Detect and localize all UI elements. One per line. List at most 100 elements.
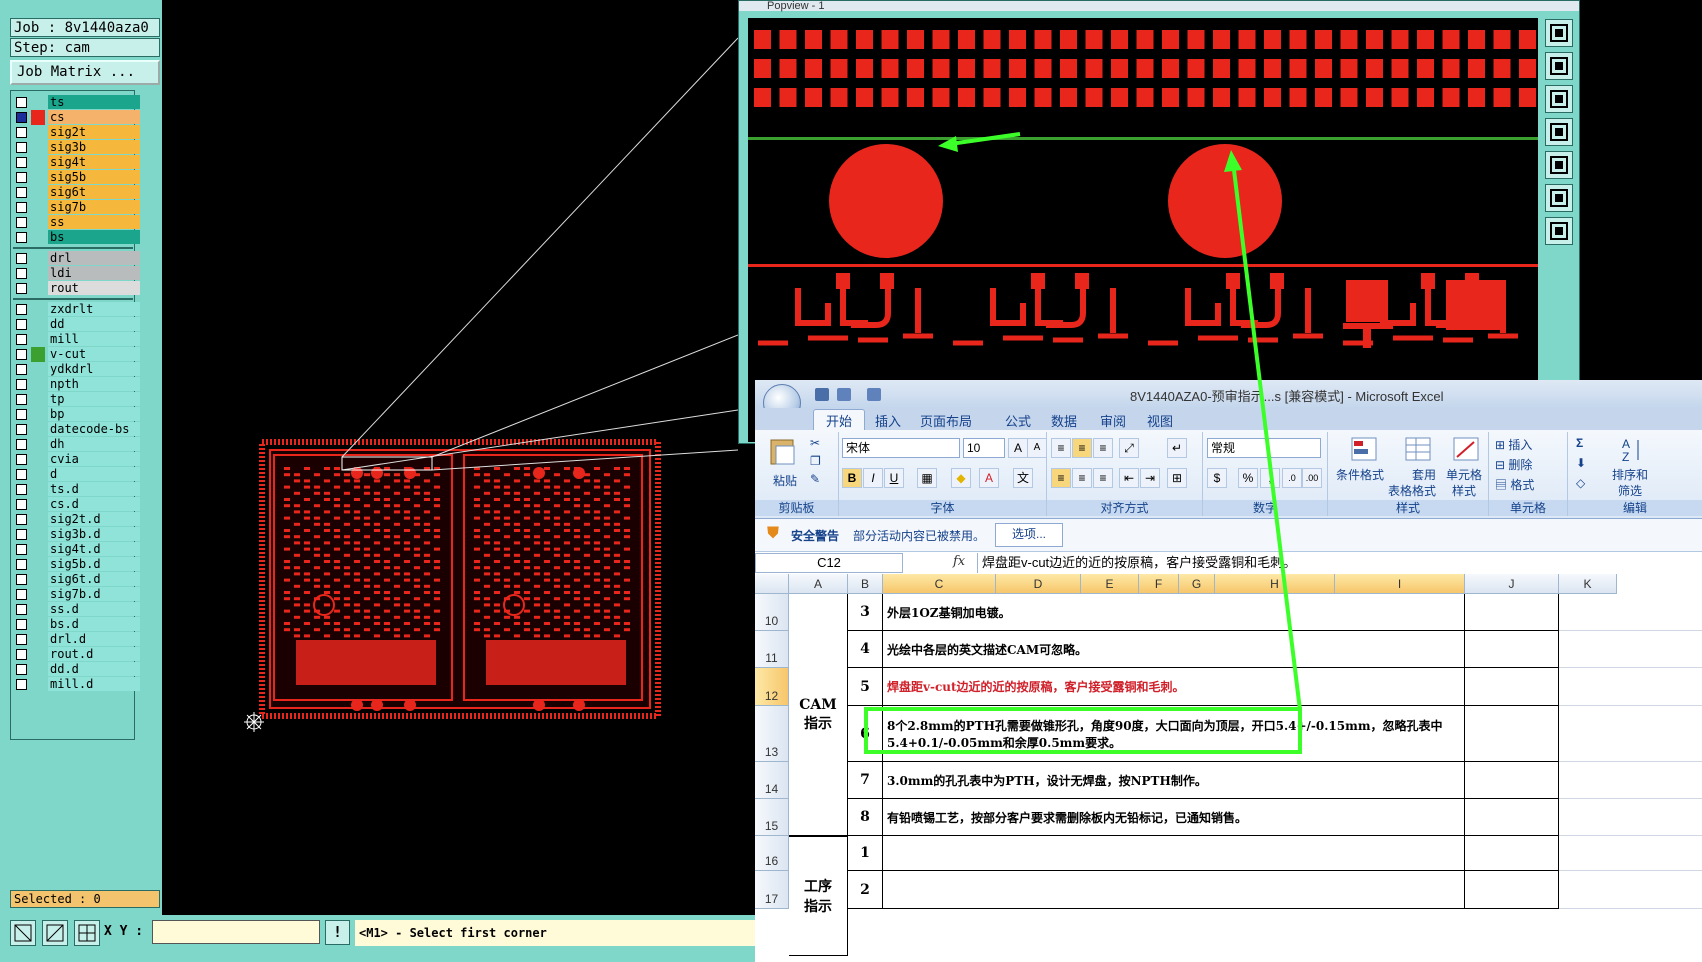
row-header-16[interactable]: 16: [755, 836, 789, 871]
layer-name[interactable]: bs.d: [48, 617, 140, 631]
layer-checkbox[interactable]: [16, 202, 27, 213]
shrink-font-button[interactable]: A: [1027, 438, 1047, 458]
paste-icon[interactable]: [769, 436, 797, 466]
layer-name[interactable]: sig7b.d: [48, 587, 140, 601]
sort-filter-icon[interactable]: AZ: [1620, 436, 1644, 464]
layer-name[interactable]: dh: [48, 437, 140, 451]
layer-checkbox[interactable]: [16, 253, 27, 264]
layer-name[interactable]: zxdrlt: [48, 302, 140, 316]
sort-filter-label-1[interactable]: 排序和: [1612, 466, 1648, 483]
layer-row-sig4t.d[interactable]: sig4t.d: [11, 542, 140, 557]
bold-button[interactable]: B: [842, 468, 862, 488]
empty-cell[interactable]: [1559, 871, 1702, 909]
function-icon[interactable]: fx: [953, 554, 965, 569]
layer-name[interactable]: cs.d: [48, 497, 140, 511]
paste-label[interactable]: 粘贴: [773, 472, 797, 489]
fill-icon[interactable]: ⬇: [1576, 456, 1586, 470]
tab-0[interactable]: 开始: [813, 409, 866, 431]
layer-checkbox[interactable]: [16, 127, 27, 138]
layer-name[interactable]: bp: [48, 407, 140, 421]
empty-cell[interactable]: [1465, 594, 1559, 631]
layer-row-sig6t.d[interactable]: sig6t.d: [11, 572, 140, 587]
tab-1[interactable]: 插入: [875, 411, 901, 430]
tab-6[interactable]: 视图: [1147, 411, 1173, 430]
column-header-E[interactable]: E: [1081, 574, 1139, 594]
instruction-cell[interactable]: 焊盘距v-cut边近的近的按原稿，客户接受露铜和毛刺。: [883, 668, 1465, 706]
layer-name[interactable]: sig2t: [48, 125, 140, 139]
conditional-format-label[interactable]: 条件格式: [1336, 466, 1384, 483]
pan-right-button[interactable]: [1545, 151, 1573, 179]
layer-row-tp[interactable]: tp: [11, 392, 140, 407]
underline-button[interactable]: U: [884, 468, 904, 488]
layer-row-rout.d[interactable]: rout.d: [11, 647, 140, 662]
layer-row-dd[interactable]: dd: [11, 317, 140, 332]
delete-cells-button[interactable]: ⊟ 删除: [1495, 456, 1532, 473]
layer-checkbox[interactable]: [16, 157, 27, 168]
font-color-button[interactable]: A: [979, 468, 999, 488]
cell-style-icon[interactable]: [1452, 436, 1480, 462]
layer-checkbox[interactable]: [16, 334, 27, 345]
step-number-cell[interactable]: 8: [848, 799, 883, 836]
layer-row-sig7b.d[interactable]: sig7b.d: [11, 587, 140, 602]
layer-row-bs.d[interactable]: bs.d: [11, 617, 140, 632]
layer-row-sig7b[interactable]: sig7b: [11, 200, 140, 215]
row-header-11[interactable]: 11: [755, 631, 789, 668]
layer-name[interactable]: sig7b: [48, 200, 140, 214]
layer-row-bp[interactable]: bp: [11, 407, 140, 422]
empty-cell[interactable]: [1465, 631, 1559, 668]
merge-center-button[interactable]: ⊞: [1167, 468, 1187, 488]
decrease-indent-button[interactable]: ⇤: [1119, 468, 1139, 488]
layer-row-cs[interactable]: cs: [11, 110, 140, 125]
cam-canvas[interactable]: [162, 0, 738, 915]
decrease-decimal-button[interactable]: .00: [1302, 468, 1322, 488]
layer-checkbox[interactable]: [16, 97, 27, 108]
layer-checkbox[interactable]: [16, 172, 27, 183]
column-header-K[interactable]: K: [1559, 574, 1617, 594]
column-header-B[interactable]: B: [848, 574, 883, 594]
layer-checkbox[interactable]: [16, 649, 27, 660]
align-right-button[interactable]: ≡: [1093, 468, 1113, 488]
tab-3[interactable]: 公式: [1005, 411, 1031, 430]
empty-cell[interactable]: [1559, 706, 1702, 762]
layer-row-npth[interactable]: npth: [11, 377, 140, 392]
layer-name[interactable]: dd: [48, 317, 140, 331]
align-middle-button[interactable]: ≡: [1072, 438, 1092, 458]
empty-cell[interactable]: [1465, 799, 1559, 836]
step-number-cell[interactable]: 5: [848, 668, 883, 706]
increase-decimal-button[interactable]: .0: [1282, 468, 1302, 488]
layer-row-sig3b.d[interactable]: sig3b.d: [11, 527, 140, 542]
empty-cell[interactable]: [1559, 631, 1702, 668]
layer-name[interactable]: cs: [48, 110, 140, 124]
layer-name[interactable]: mill: [48, 332, 140, 346]
empty-cell[interactable]: [1465, 871, 1559, 909]
align-bottom-button[interactable]: ≡: [1093, 438, 1113, 458]
tab-5[interactable]: 审阅: [1100, 411, 1126, 430]
save-icon[interactable]: [815, 388, 829, 401]
layer-name[interactable]: npth: [48, 377, 140, 391]
layer-checkbox[interactable]: [16, 112, 27, 123]
layer-name[interactable]: sig4t: [48, 155, 140, 169]
wrap-text-button[interactable]: ↵: [1167, 438, 1187, 458]
format-painter-icon[interactable]: ✎: [810, 472, 820, 486]
layer-row-mill.d[interactable]: mill.d: [11, 677, 140, 692]
number-format-select[interactable]: 常规: [1207, 438, 1321, 458]
layer-name[interactable]: mill.d: [48, 677, 140, 691]
layer-checkbox[interactable]: [16, 634, 27, 645]
layer-row-zxdrlt[interactable]: zxdrlt: [11, 302, 140, 317]
layer-checkbox[interactable]: [16, 544, 27, 555]
layer-checkbox[interactable]: [16, 283, 27, 294]
step-number-cell[interactable]: 2: [848, 871, 883, 909]
layer-row-sig3b[interactable]: sig3b: [11, 140, 140, 155]
layer-row-drl.d[interactable]: drl.d: [11, 632, 140, 647]
border-button[interactable]: ▦: [917, 468, 937, 488]
fill-color-button[interactable]: ◆: [951, 468, 971, 488]
row-header-10[interactable]: 10: [755, 594, 789, 631]
layer-name[interactable]: cvia: [48, 452, 140, 466]
copy-icon[interactable]: ❐: [810, 454, 821, 468]
layer-checkbox[interactable]: [16, 142, 27, 153]
instruction-cell[interactable]: 有铅喷锡工艺，按部分客户要求需删除板内无铅标记，已通知销售。: [883, 799, 1465, 836]
currency-button[interactable]: $: [1207, 468, 1227, 488]
layer-name[interactable]: sig2t.d: [48, 512, 140, 526]
layer-row-ts[interactable]: ts: [11, 95, 140, 110]
layer-row-mill[interactable]: mill: [11, 332, 140, 347]
